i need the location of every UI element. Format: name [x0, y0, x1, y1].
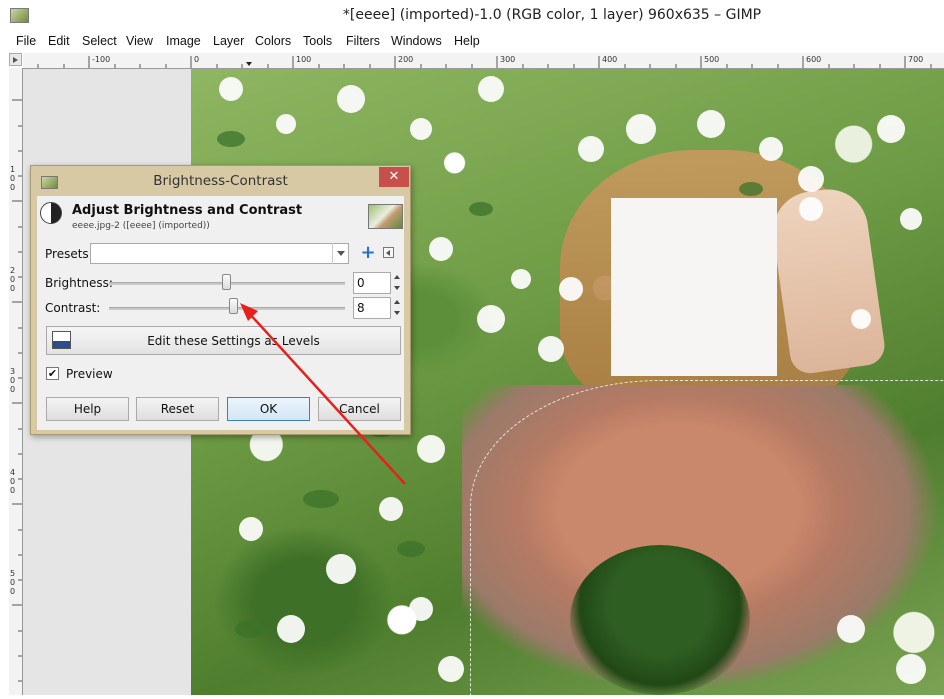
- presets-label: Presets:: [45, 247, 93, 261]
- svg-text:100: 100: [10, 165, 15, 192]
- h-tick-label: 300: [500, 55, 515, 64]
- dialog-titlebar[interactable]: Brightness-Contrast ✕: [31, 166, 410, 196]
- h-tick-label: -100: [92, 55, 110, 64]
- menu-filters[interactable]: Filters: [346, 34, 380, 48]
- spin-down-icon[interactable]: [394, 311, 400, 315]
- levels-button-label: Edit these Settings as Levels: [147, 334, 320, 348]
- brightness-contrast-dialog: Brightness-Contrast ✕ Adjust Brightness …: [30, 165, 411, 435]
- brightness-contrast-icon: [40, 202, 62, 224]
- edit-as-levels-button[interactable]: Edit these Settings as Levels: [46, 326, 401, 355]
- menubar: File Edit Select View Image Layer Colors…: [0, 31, 944, 53]
- horizontal-ruler-ticks: -100 0 100 200 300 400 500 600 700: [37, 55, 932, 68]
- contrast-slider-track[interactable]: [109, 307, 345, 310]
- vertical-ruler-ticks: 100 200 300 400 500: [10, 99, 22, 682]
- presets-dropdown-button[interactable]: [332, 243, 349, 264]
- menu-help[interactable]: Help: [454, 34, 480, 48]
- dialog-title: Brightness-Contrast: [153, 173, 288, 189]
- h-tick-label: 400: [602, 55, 617, 64]
- contrast-input[interactable]: 8: [353, 297, 391, 319]
- preview-checkbox[interactable]: ✔: [46, 367, 59, 380]
- window-title: *[eeee] (imported)-1.0 (RGB color, 1 lay…: [342, 7, 762, 23]
- left-toolbox-edge: [0, 53, 9, 695]
- h-tick-label: 0: [194, 55, 199, 64]
- svg-text:500: 500: [10, 569, 15, 596]
- spin-up-icon[interactable]: [394, 275, 400, 279]
- svg-text:200: 200: [10, 266, 15, 293]
- ok-button[interactable]: OK: [227, 397, 310, 421]
- menu-layer[interactable]: Layer: [213, 34, 244, 48]
- menu-edit[interactable]: Edit: [48, 34, 70, 48]
- svg-text:400: 400: [10, 468, 15, 495]
- chevron-down-icon: [337, 251, 345, 256]
- h-tick-label: 200: [398, 55, 413, 64]
- pointer-position-marker: [246, 62, 252, 66]
- menu-view[interactable]: View: [126, 34, 153, 48]
- contrast-label: Contrast:: [45, 301, 101, 315]
- close-button[interactable]: ✕: [379, 167, 409, 187]
- presets-combobox[interactable]: [90, 243, 349, 264]
- spin-down-icon[interactable]: [394, 286, 400, 290]
- h-tick-label: 100: [296, 55, 311, 64]
- add-preset-icon[interactable]: +: [360, 244, 376, 262]
- brightness-spinner[interactable]: [392, 272, 403, 294]
- contrast-slider-handle[interactable]: [229, 298, 238, 314]
- menu-select[interactable]: Select: [82, 34, 117, 48]
- preset-menu-icon[interactable]: [383, 247, 394, 258]
- h-tick-label: 500: [704, 55, 719, 64]
- quick-mask-toggle[interactable]: [9, 53, 22, 66]
- menu-windows[interactable]: Windows: [391, 34, 442, 48]
- svg-text:300: 300: [10, 367, 15, 394]
- menu-image[interactable]: Image: [166, 34, 201, 48]
- brightness-slider-handle[interactable]: [222, 274, 231, 290]
- menu-arrow-icon: [13, 57, 18, 63]
- horizontal-ruler[interactable]: -100 0 100 200 300 400 500 600 700: [23, 53, 944, 69]
- vertical-ruler[interactable]: 100 200 300 400 500: [9, 68, 23, 695]
- h-tick-label: 700: [908, 55, 923, 64]
- dialog-header-title: Adjust Brightness and Contrast: [72, 203, 303, 218]
- preview-label: Preview: [66, 367, 113, 381]
- h-tick-label: 600: [806, 55, 821, 64]
- menu-tools[interactable]: Tools: [303, 34, 332, 48]
- menu-colors[interactable]: Colors: [255, 34, 291, 48]
- spin-up-icon[interactable]: [394, 300, 400, 304]
- brightness-label: Brightness:: [45, 276, 113, 290]
- menu-file[interactable]: File: [16, 34, 36, 48]
- window-titlebar: *[eeee] (imported)-1.0 (RGB color, 1 lay…: [0, 0, 944, 31]
- reset-button[interactable]: Reset: [136, 397, 219, 421]
- brightness-input[interactable]: 0: [353, 272, 391, 294]
- dialog-body: Adjust Brightness and Contrast eeee.jpg-…: [37, 196, 404, 430]
- cancel-button[interactable]: Cancel: [318, 397, 401, 421]
- image-thumbnail: [368, 204, 403, 229]
- contrast-spinner[interactable]: [392, 297, 403, 319]
- help-button[interactable]: Help: [46, 397, 129, 421]
- dialog-header-subtitle: eeee.jpg-2 ([eeee] (imported)): [72, 221, 210, 231]
